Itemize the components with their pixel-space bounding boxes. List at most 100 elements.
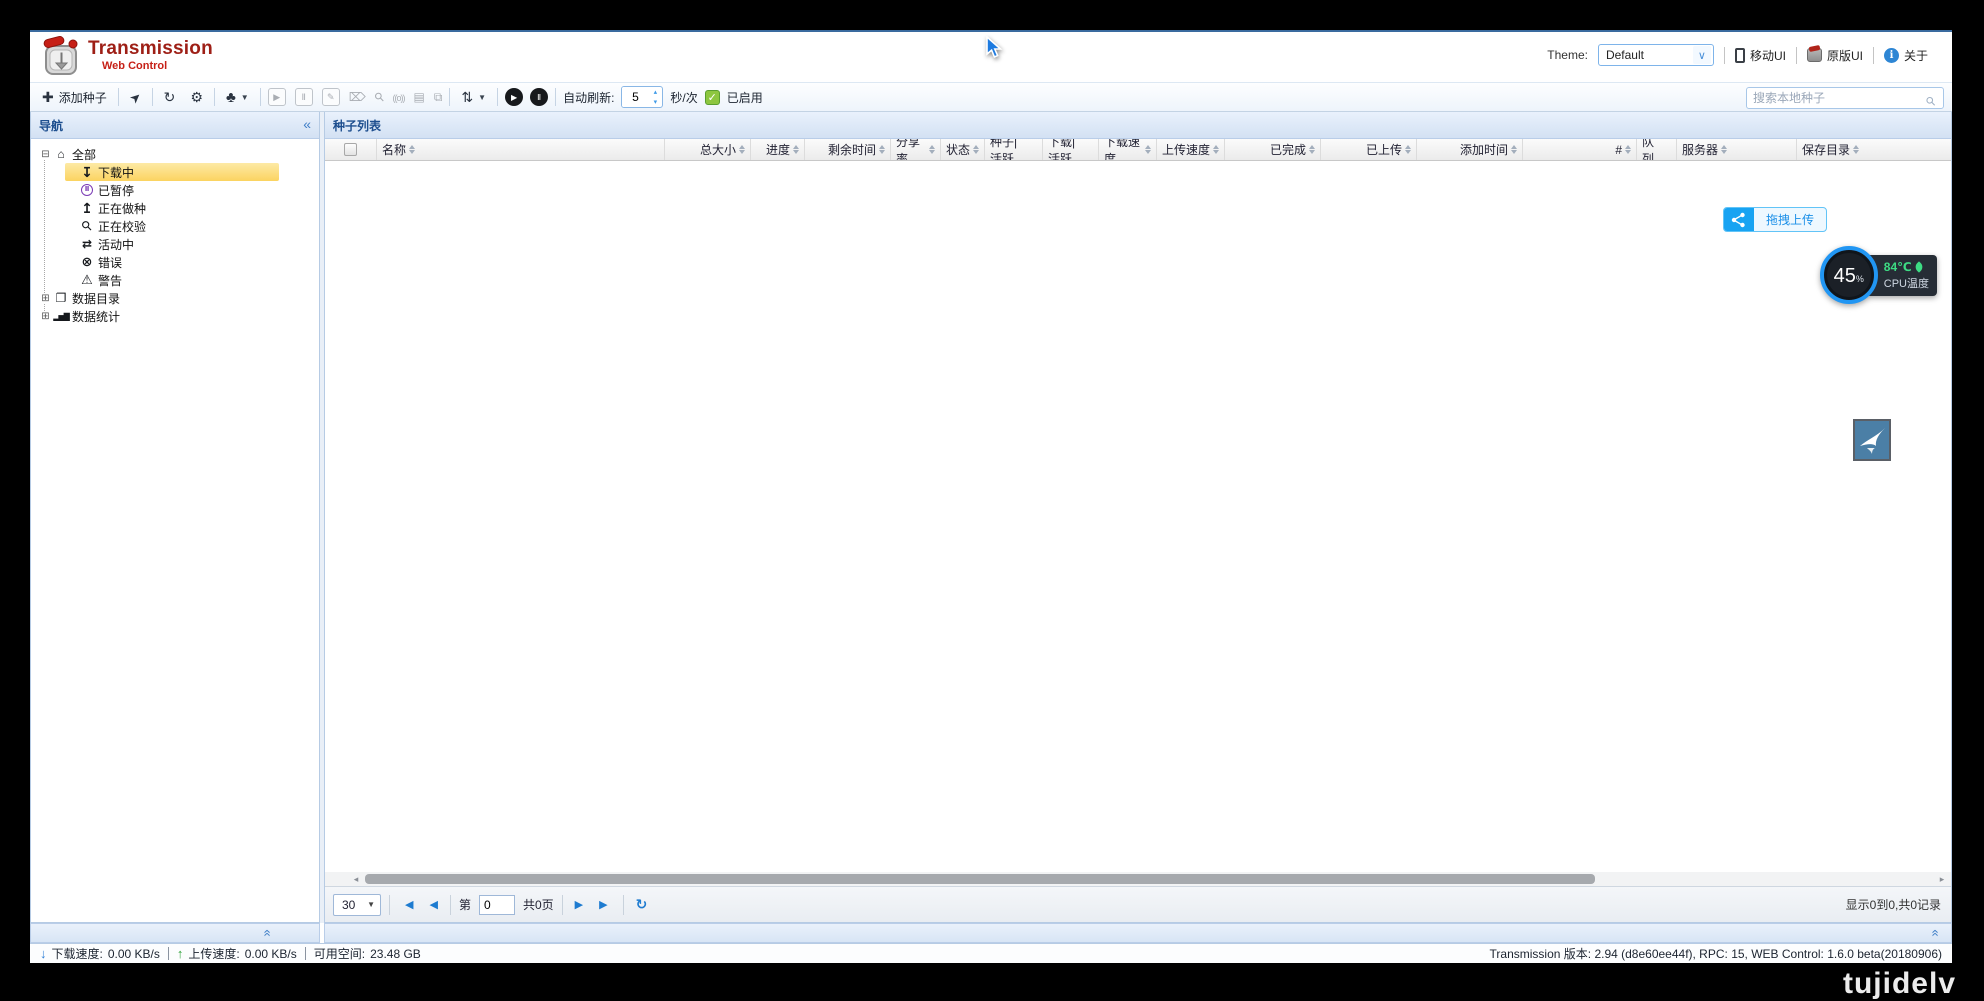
column-header[interactable]: # (1523, 139, 1637, 160)
start-torrent-button[interactable]: ▶ (268, 88, 286, 106)
start-all-button[interactable]: ▶ (505, 88, 523, 106)
spin-down-icon[interactable]: ▾ (648, 97, 662, 107)
tree-item[interactable]: ⊞ ▂▅▇ 数据统计 (39, 307, 319, 325)
column-header[interactable]: 总大小 (665, 139, 751, 160)
recheck-icon: ⚲ (372, 90, 387, 105)
refresh-list-button[interactable]: ↻ (632, 894, 652, 915)
pause-torrent-button[interactable]: Ⅱ (295, 88, 313, 106)
column-header[interactable]: 服务器 (1677, 139, 1797, 160)
column-header[interactable]: 名称 (377, 139, 665, 160)
column-header[interactable]: 已完成 (1225, 139, 1321, 160)
header-link[interactable]: 原版UI (1796, 47, 1873, 64)
plugin-icon: ♣ (226, 90, 236, 105)
tree-item[interactable]: ⊗ 错误 (65, 253, 319, 271)
divider (118, 88, 119, 106)
scroll-left-icon[interactable]: ◂ (349, 874, 363, 885)
quick-setup-button[interactable]: ➤ (126, 89, 145, 106)
drag-upload-button[interactable]: 拖拽上传 (1723, 207, 1827, 232)
column-header[interactable]: 添加时间 (1417, 139, 1523, 160)
recheck-button[interactable]: ⚲ (375, 91, 384, 103)
bird-extension-icon[interactable] (1853, 419, 1891, 461)
pause-all-button[interactable]: Ⅱ (530, 88, 548, 106)
cpu-temperature: 84℃ (1884, 260, 1912, 274)
announce-button[interactable]: ((o)) (392, 91, 404, 103)
edit-torrent-button[interactable]: ✎ (322, 88, 340, 106)
search-input[interactable] (1747, 91, 1925, 105)
plugin-menu-button[interactable]: ♣ ▼ (222, 88, 253, 107)
header-link[interactable]: 移动UI (1724, 47, 1796, 64)
sort-arrows-icon (1145, 145, 1151, 154)
column-header[interactable]: 种子|活跃 (985, 139, 1043, 160)
divider (450, 895, 451, 915)
reload-button[interactable]: ↻ (160, 88, 180, 106)
warning-icon: ⚠ (78, 272, 96, 288)
status-bar: ↓ 下载速度: 0.00 KB/s ↑ 上传速度: 0.00 KB/s 可用空间… (30, 943, 1952, 963)
tree-item[interactable]: ⊟ ⌂ 全部 (39, 145, 319, 163)
upload-speed-value: 0.00 KB/s (245, 947, 297, 961)
auto-refresh-enabled-label: 已启用 (727, 89, 763, 106)
stats-icon: ▂▅▇ (52, 312, 70, 321)
column-header[interactable]: 上传速度 (1157, 139, 1225, 160)
sidebar-collapse-strip[interactable]: « (30, 923, 320, 943)
column-header[interactable]: 保存目录 (1797, 139, 1951, 160)
auto-refresh-stepper: ▴ ▾ (621, 86, 663, 108)
detail-icon: ▤ (413, 90, 424, 104)
detail-button[interactable]: ▤ (413, 91, 424, 103)
scroll-right-icon[interactable]: ▸ (1935, 874, 1949, 885)
sort-arrows-icon (879, 145, 885, 154)
drag-upload-label: 拖拽上传 (1754, 208, 1826, 231)
sort-arrows-icon (1309, 145, 1315, 154)
horizontal-scrollbar[interactable]: ◂ ▸ (325, 872, 1951, 886)
cpu-percent: 45 (1834, 266, 1856, 286)
tree-item[interactable]: Ⅱ 已暂停 (65, 181, 319, 199)
tree-item[interactable]: ⚲ 正在校验 (65, 217, 319, 235)
collapse-left-icon[interactable]: « (303, 116, 311, 132)
auto-refresh-checkbox[interactable]: ✓ (705, 90, 720, 105)
column-header[interactable]: 队列 (1637, 139, 1677, 160)
sidebar-title: 导航 (39, 117, 63, 134)
column-header[interactable]: 状态 (941, 139, 985, 160)
scrollbar-thumb[interactable] (365, 874, 1595, 884)
tree-item[interactable]: ↧ 下载中 (65, 163, 279, 181)
records-info: 显示0到0,共0记录 (1846, 896, 1941, 913)
column-header[interactable]: 下载速度 (1099, 139, 1157, 160)
page-number-input[interactable] (479, 895, 515, 915)
info-icon: i (1884, 48, 1899, 63)
announce-icon: ((o)) (392, 93, 404, 103)
column-header[interactable]: 进度 (751, 139, 805, 160)
column-header[interactable]: 分享率 (891, 139, 941, 160)
tree-item[interactable]: ⊞ ❐ 数据目录 (39, 289, 319, 307)
column-header[interactable]: 已上传 (1321, 139, 1417, 160)
divider (623, 895, 624, 915)
tree-item[interactable]: ⚠ 警告 (65, 271, 319, 289)
remove-torrent-button[interactable]: ⌦ (349, 91, 366, 103)
torrent-list-body: 拖拽上传 45% 84℃ CPU温度 (325, 161, 1951, 872)
download-arrow-icon: ↓ (40, 946, 47, 961)
add-torrent-label: 添加种子 (59, 89, 107, 106)
download-speed-value: 0.00 KB/s (108, 947, 160, 961)
page-size-select[interactable]: 30 ▼ (333, 894, 381, 916)
expander-minus-icon[interactable]: ⊟ (39, 149, 52, 160)
expander-plus-icon[interactable]: ⊞ (39, 293, 52, 304)
tree-item[interactable]: ↥ 正在做种 (65, 199, 319, 217)
column-header[interactable]: 下载|活跃 (1043, 139, 1099, 160)
statuspanel-collapse-strip[interactable]: « (324, 923, 1952, 943)
spin-up-icon[interactable]: ▴ (648, 87, 662, 97)
sort-menu-button[interactable]: ⇅ ▼ (457, 88, 490, 106)
header-link[interactable]: i 关于 (1873, 47, 1938, 64)
copy-path-button[interactable]: ⧉ (434, 91, 443, 103)
first-page-button[interactable]: ◀ (398, 896, 417, 913)
settings-button[interactable]: ⚙ (186, 88, 207, 106)
auto-refresh-input[interactable] (622, 87, 648, 107)
theme-label: Theme: (1547, 48, 1588, 62)
last-page-button[interactable]: ▶ (595, 896, 614, 913)
next-page-button[interactable]: ▶ (571, 896, 587, 913)
prev-page-button[interactable]: ◀ (425, 896, 441, 913)
expander-plus-icon[interactable]: ⊞ (39, 311, 52, 322)
select-all-checkbox[interactable] (344, 143, 357, 156)
add-torrent-button[interactable]: ✚ 添加种子 (38, 87, 111, 108)
auto-refresh-label: 自动刷新: (563, 89, 614, 106)
column-header[interactable]: 剩余时间 (805, 139, 891, 160)
theme-select[interactable]: Default ∨ (1598, 44, 1714, 66)
tree-item[interactable]: ⇄ 活动中 (65, 235, 319, 253)
